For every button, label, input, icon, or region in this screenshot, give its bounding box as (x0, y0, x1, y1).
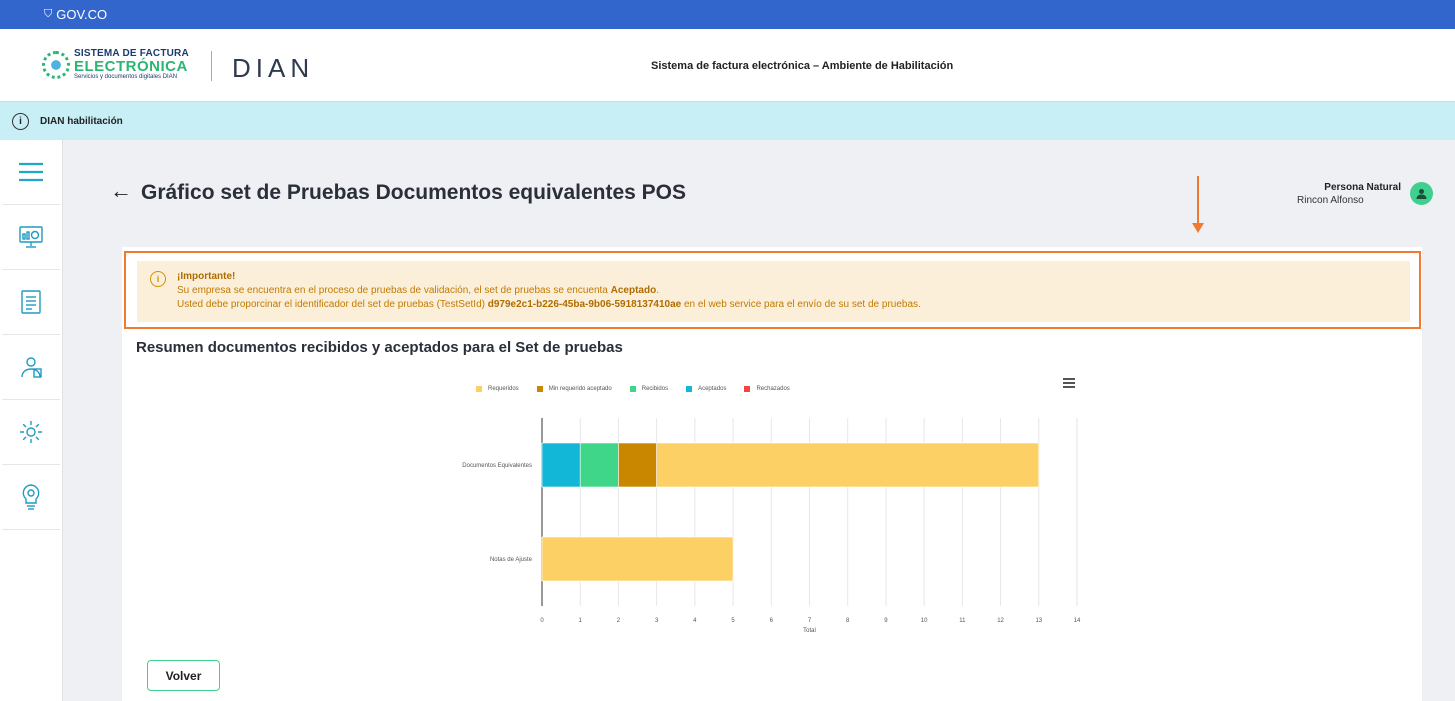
x-tick-label: 7 (808, 618, 812, 624)
x-tick-label: 5 (731, 618, 735, 624)
x-tick-label: 14 (1074, 618, 1081, 624)
x-tick-label: 0 (540, 618, 544, 624)
annotation-arrow (1197, 176, 1199, 226)
annotation-arrow-head (1192, 223, 1204, 233)
legend-item-rechazados[interactable]: Rechazados (744, 386, 790, 392)
x-tick-label: 11 (959, 618, 966, 624)
volver-button[interactable]: Volver (147, 660, 220, 691)
legend-item-requeridos[interactable]: Requeridos (476, 386, 519, 392)
bar-segment (656, 442, 1040, 488)
dian-logo[interactable]: DIAN (232, 53, 314, 84)
x-tick-label: 3 (655, 618, 659, 624)
info-bar-label: DIAN habilitación (40, 115, 123, 127)
menu-icon (19, 162, 43, 182)
x-tick-label: 1 (579, 618, 583, 624)
chart-section-title: Resumen documentos recibidos y aceptados… (136, 339, 623, 356)
avatar[interactable] (1410, 182, 1433, 205)
user-settings-icon (21, 357, 42, 378)
factura-logo[interactable]: SISTEMA DE FACTURA ELECTRÓNICA Servicios… (42, 49, 189, 80)
sidebar-item-documents[interactable] (2, 270, 60, 335)
dashboard-icon (19, 226, 43, 248)
x-axis-label: Total (803, 628, 816, 634)
legend-item-recibidos[interactable]: Recibidos (629, 386, 668, 392)
x-tick-label: 2 (617, 618, 621, 624)
x-tick-label: 12 (997, 618, 1004, 624)
gear-icon (20, 421, 42, 443)
info-icon: i (12, 112, 29, 130)
back-arrow-icon[interactable]: ← (110, 178, 132, 204)
bar-segment (579, 442, 619, 488)
x-tick-label: 9 (884, 618, 888, 624)
category-label: Documentos Equivalentes (462, 463, 532, 469)
gov-bar: ⛉ GOV.CO (0, 0, 1455, 29)
sidebar-item-ideas[interactable] (2, 465, 60, 530)
stacked-bar-chart: 0 1 2 3 4 5 6 7 8 9 10 11 12 13 14TotalDocumentos Equi… (462, 418, 1081, 634)
x-tick-label: 6 (770, 618, 774, 624)
sidebar-item-menu[interactable] (2, 140, 60, 205)
alert-highlight-box (124, 251, 1421, 329)
sidebar-item-dashboard[interactable] (2, 205, 60, 270)
info-bar: i DIAN habilitación (0, 102, 1455, 140)
x-tick-label: 13 (1035, 618, 1042, 624)
bar-segment (541, 536, 734, 582)
sidebar-item-settings[interactable] (2, 400, 60, 465)
sidebar-item-users[interactable] (2, 335, 60, 400)
shield-icon: ⛉ (44, 8, 53, 20)
bar-segment (541, 442, 581, 488)
x-tick-label: 8 (846, 618, 850, 624)
sidebar (0, 140, 63, 701)
chart-menu-icon[interactable] (1063, 378, 1075, 390)
user-role: Persona Natural (1324, 182, 1401, 193)
legend-item-aceptados[interactable]: Aceptados (686, 386, 726, 392)
logo-line3: Servicios y documentos digitales DIAN (74, 74, 178, 80)
header-title: Sistema de factura electrónica – Ambient… (651, 60, 954, 72)
legend-item-min-requerido[interactable]: Min requerido aceptado (536, 386, 612, 392)
chart-legend: Requeridos Min requerido aceptado Recibi… (476, 386, 808, 392)
user-name: Rincon Alfonso (1297, 195, 1364, 206)
gov-logo[interactable]: GOV.CO (56, 7, 107, 22)
logo-line2: ELECTRÓNICA (74, 58, 188, 75)
page-title: Gráfico set de Pruebas Documentos equiva… (141, 181, 687, 204)
user-icon (1416, 189, 1427, 199)
bar-segment (618, 442, 657, 488)
logo-divider (211, 51, 212, 81)
lightbulb-icon (22, 484, 40, 510)
x-tick-label: 10 (921, 618, 928, 624)
x-tick-label: 4 (693, 618, 697, 624)
factura-logo-icon (42, 50, 70, 79)
document-icon (21, 290, 41, 314)
header: SISTEMA DE FACTURA ELECTRÓNICA Servicios… (0, 29, 1455, 102)
category-label: Notas de Ajuste (490, 557, 533, 563)
